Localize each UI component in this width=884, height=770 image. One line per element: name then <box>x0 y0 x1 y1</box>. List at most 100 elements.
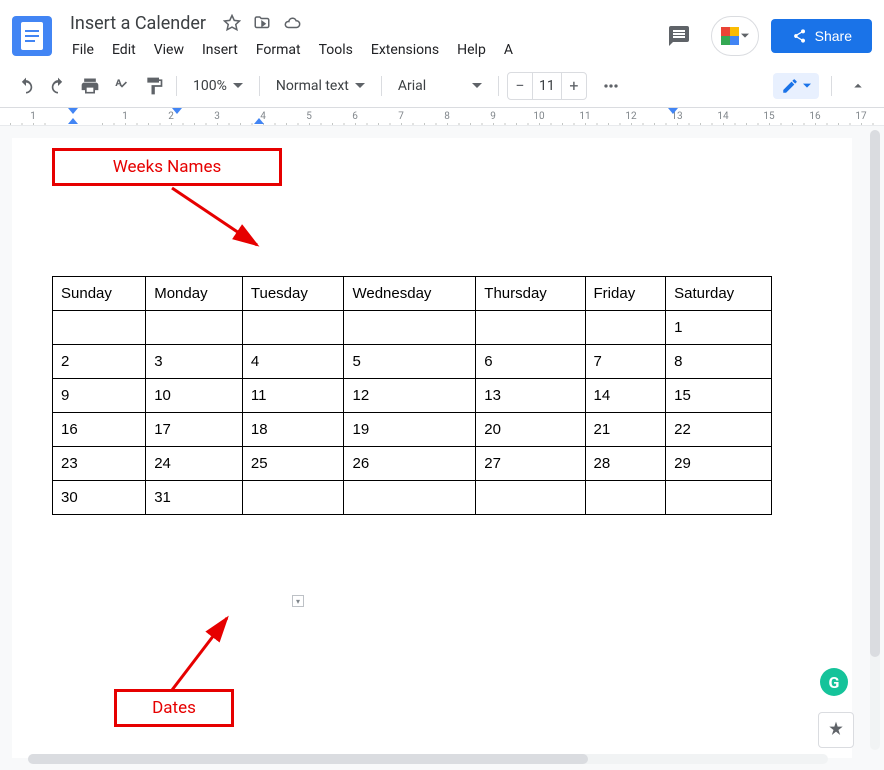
ruler-tick: 8 <box>424 111 470 122</box>
calendar-cell[interactable]: 19 <box>344 413 476 447</box>
comments-icon[interactable] <box>659 16 699 56</box>
calendar-cell[interactable]: 4 <box>242 345 344 379</box>
calendar-day-header[interactable]: Sunday <box>53 277 146 311</box>
calendar-table[interactable]: SundayMondayTuesdayWednesdayThursdayFrid… <box>52 276 772 515</box>
meet-icon[interactable] <box>711 16 759 56</box>
spellcheck-icon[interactable] <box>108 72 136 100</box>
calendar-cell[interactable]: 26 <box>344 447 476 481</box>
calendar-cell[interactable]: 21 <box>585 413 666 447</box>
calendar-cell[interactable]: 27 <box>476 447 585 481</box>
calendar-cell[interactable]: 17 <box>146 413 243 447</box>
menu-extensions[interactable]: Extensions <box>363 38 447 62</box>
calendar-cell[interactable]: 30 <box>53 481 146 515</box>
calendar-cell[interactable]: 18 <box>242 413 344 447</box>
menu-help[interactable]: Help <box>449 38 494 62</box>
calendar-cell[interactable]: 14 <box>585 379 666 413</box>
undo-icon[interactable] <box>12 72 40 100</box>
zoom-select[interactable]: 100% <box>185 74 251 98</box>
ruler-indent-right[interactable] <box>254 118 264 124</box>
grammarly-icon[interactable]: G <box>820 668 848 696</box>
calendar-cell[interactable]: 20 <box>476 413 585 447</box>
fontsize-increase[interactable]: + <box>562 73 586 99</box>
calendar-day-header[interactable]: Monday <box>146 277 243 311</box>
menu-tools[interactable]: Tools <box>311 38 361 62</box>
calendar-cell[interactable]: 25 <box>242 447 344 481</box>
calendar-cell[interactable]: 5 <box>344 345 476 379</box>
more-icon[interactable] <box>597 72 625 100</box>
calendar-cell[interactable] <box>146 311 243 345</box>
explore-icon[interactable] <box>818 712 854 748</box>
ruler-first-indent[interactable] <box>172 108 182 114</box>
star-icon[interactable] <box>222 13 242 33</box>
ruler-tick: 12 <box>608 111 654 122</box>
calendar-cell[interactable]: 15 <box>666 379 772 413</box>
calendar-cell[interactable]: 22 <box>666 413 772 447</box>
calendar-day-header[interactable]: Wednesday <box>344 277 476 311</box>
paint-format-icon[interactable] <box>140 72 168 100</box>
document-page[interactable]: Weeks Names SundayMondayTuesdayWednesday… <box>12 138 852 758</box>
calendar-cell[interactable]: 24 <box>146 447 243 481</box>
calendar-cell[interactable]: 31 <box>146 481 243 515</box>
ruler-tick: 2 <box>148 111 194 122</box>
calendar-cell[interactable]: 11 <box>242 379 344 413</box>
docs-icon[interactable] <box>12 16 52 56</box>
calendar-cell[interactable]: 1 <box>666 311 772 345</box>
calendar-cell[interactable]: 6 <box>476 345 585 379</box>
calendar-cell[interactable] <box>666 481 772 515</box>
calendar-cell[interactable]: 12 <box>344 379 476 413</box>
menu-accessibility[interactable]: A <box>496 38 521 62</box>
ruler-left-margin[interactable] <box>68 108 78 114</box>
calendar-day-header[interactable]: Saturday <box>666 277 772 311</box>
menu-edit[interactable]: Edit <box>104 38 144 62</box>
fontsize-control: − 11 + <box>507 72 587 100</box>
calendar-cell[interactable]: 23 <box>53 447 146 481</box>
calendar-cell[interactable] <box>242 311 344 345</box>
move-icon[interactable] <box>252 13 272 33</box>
redo-icon[interactable] <box>44 72 72 100</box>
print-icon[interactable] <box>76 72 104 100</box>
calendar-cell[interactable] <box>344 311 476 345</box>
calendar-cell[interactable]: 7 <box>585 345 666 379</box>
calendar-cell[interactable] <box>344 481 476 515</box>
fontsize-decrease[interactable]: − <box>508 73 532 99</box>
ruler-right-margin[interactable] <box>668 108 678 114</box>
calendar-cell[interactable]: 16 <box>53 413 146 447</box>
calendar-cell[interactable]: 3 <box>146 345 243 379</box>
calendar-cell[interactable]: 10 <box>146 379 243 413</box>
menu-format[interactable]: Format <box>248 38 309 62</box>
calendar-cell[interactable]: 2 <box>53 345 146 379</box>
calendar-cell[interactable]: 9 <box>53 379 146 413</box>
menu-view[interactable]: View <box>146 38 192 62</box>
ruler-indent-left[interactable] <box>68 118 78 124</box>
share-button[interactable]: Share <box>771 19 872 53</box>
calendar-cell[interactable]: 8 <box>666 345 772 379</box>
horizontal-scrollbar[interactable] <box>28 754 828 764</box>
calendar-day-header[interactable]: Tuesday <box>242 277 344 311</box>
menu-file[interactable]: File <box>64 38 102 62</box>
editing-mode[interactable] <box>773 73 819 99</box>
ruler-tick: 1 <box>10 111 56 122</box>
calendar-cell[interactable]: 13 <box>476 379 585 413</box>
menu-insert[interactable]: Insert <box>194 38 246 62</box>
calendar-cell[interactable] <box>242 481 344 515</box>
cloud-icon[interactable] <box>282 13 302 33</box>
styles-select[interactable]: Normal text <box>268 74 373 98</box>
calendar-cell[interactable] <box>53 311 146 345</box>
document-title[interactable]: Insert a Calender <box>64 11 212 36</box>
calendar-cell[interactable]: 29 <box>666 447 772 481</box>
cell-menu-icon[interactable]: ▾ <box>292 595 304 607</box>
ruler[interactable]: 1123456789101112131415161718 <box>0 108 884 126</box>
calendar-cell[interactable]: 28 <box>585 447 666 481</box>
ruler-tick: 7 <box>378 111 424 122</box>
annotation-weeks: Weeks Names <box>52 148 282 186</box>
calendar-day-header[interactable]: Thursday <box>476 277 585 311</box>
calendar-cell[interactable] <box>585 481 666 515</box>
calendar-day-header[interactable]: Friday <box>585 277 666 311</box>
calendar-cell[interactable] <box>476 311 585 345</box>
vertical-scrollbar[interactable] <box>870 130 880 750</box>
fontsize-value[interactable]: 11 <box>532 73 562 99</box>
font-select[interactable]: Arial <box>390 74 490 98</box>
calendar-cell[interactable] <box>585 311 666 345</box>
calendar-cell[interactable] <box>476 481 585 515</box>
collapse-icon[interactable] <box>844 72 872 100</box>
